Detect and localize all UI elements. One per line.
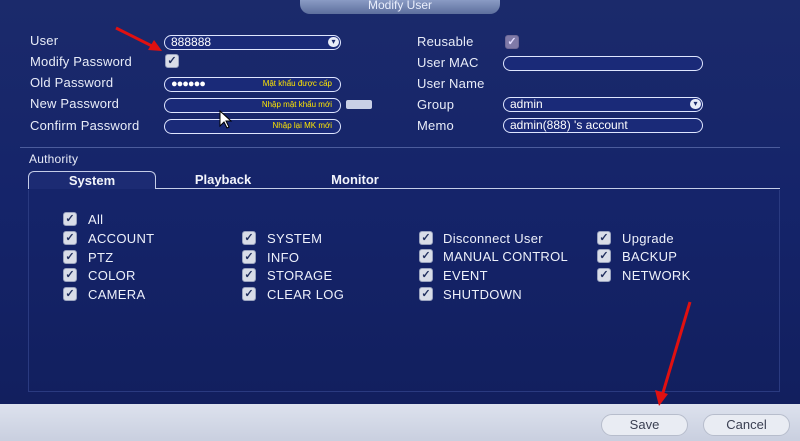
user-mac-label: User MAC <box>417 55 479 70</box>
old-password-label: Old Password <box>30 75 114 90</box>
network-label: NETWORK <box>622 268 691 283</box>
shutdown-label: SHUTDOWN <box>443 287 522 302</box>
new-password-hint: Nhập mật khẩu mới <box>261 100 332 109</box>
old-password-field[interactable]: ●●●●●● Mật khẩu được cấp <box>164 77 341 92</box>
ptz-label: PTZ <box>88 250 114 265</box>
old-password-dots: ●●●●●● <box>171 78 206 90</box>
modify-password-checkbox[interactable]: ✓ <box>165 54 179 68</box>
all-label: All <box>88 212 104 227</box>
ptz-checkbox[interactable]: ✓ <box>63 250 77 264</box>
account-label: ACCOUNT <box>88 231 155 246</box>
confirm-password-label: Confirm Password <box>30 118 140 133</box>
user-label: User <box>30 33 59 48</box>
user-mac-field[interactable] <box>503 56 703 71</box>
dialog-title: Modify User <box>300 0 500 14</box>
divider <box>20 147 780 148</box>
reusable-label: Reusable <box>417 34 474 49</box>
save-button[interactable]: Save <box>601 414 688 436</box>
cancel-button[interactable]: Cancel <box>703 414 790 436</box>
user-select[interactable]: 888888 ▾ <box>164 35 341 50</box>
info-label: INFO <box>267 250 300 265</box>
tab-playback[interactable]: Playback <box>160 171 286 188</box>
group-value: admin <box>510 97 543 111</box>
new-password-label: New Password <box>30 96 120 111</box>
group-select[interactable]: admin ▾ <box>503 97 703 112</box>
user-value: 888888 <box>171 35 212 49</box>
event-checkbox[interactable]: ✓ <box>419 268 433 282</box>
authority-title: Authority <box>29 152 79 166</box>
tab-monitor[interactable]: Monitor <box>292 171 418 188</box>
info-checkbox[interactable]: ✓ <box>242 250 256 264</box>
manual-control-checkbox[interactable]: ✓ <box>419 249 433 263</box>
upgrade-label: Upgrade <box>622 231 674 246</box>
backup-checkbox[interactable]: ✓ <box>597 249 611 263</box>
modify-password-label: Modify Password <box>30 54 132 69</box>
disconnect-user-label: Disconnect User <box>443 231 543 246</box>
annotation-arrow-icon <box>655 301 692 406</box>
new-password-field[interactable]: Nhập mật khẩu mới <box>164 98 341 113</box>
user-name-label: User Name <box>417 76 485 91</box>
camera-checkbox[interactable]: ✓ <box>63 287 77 301</box>
mouse-cursor-icon <box>219 110 233 129</box>
backup-label: BACKUP <box>622 249 678 264</box>
memo-label: Memo <box>417 118 454 133</box>
color-checkbox[interactable]: ✓ <box>63 268 77 282</box>
color-label: COLOR <box>88 268 136 283</box>
storage-checkbox[interactable]: ✓ <box>242 268 256 282</box>
disconnect-user-checkbox[interactable]: ✓ <box>419 231 433 245</box>
system-label: SYSTEM <box>267 231 323 246</box>
shutdown-checkbox[interactable]: ✓ <box>419 287 433 301</box>
memo-field[interactable]: admin(888) 's account <box>503 118 703 133</box>
chevron-down-icon: ▾ <box>328 37 339 47</box>
annotation-arrow-icon <box>115 26 162 51</box>
system-checkbox[interactable]: ✓ <box>242 231 256 245</box>
storage-label: STORAGE <box>267 268 333 283</box>
event-label: EVENT <box>443 268 488 283</box>
chevron-down-icon: ▾ <box>690 99 701 109</box>
upgrade-checkbox[interactable]: ✓ <box>597 231 611 245</box>
manual-control-label: MANUAL CONTROL <box>443 249 569 264</box>
tab-system[interactable]: System <box>28 171 156 189</box>
account-checkbox[interactable]: ✓ <box>63 231 77 245</box>
keyboard-icon[interactable] <box>346 100 372 109</box>
group-label: Group <box>417 97 455 112</box>
clear-log-label: CLEAR LOG <box>267 287 345 302</box>
old-password-hint: Mật khẩu được cấp <box>262 79 332 88</box>
confirm-password-field[interactable]: Nhập lại MK mới <box>164 119 341 134</box>
clear-log-checkbox[interactable]: ✓ <box>242 287 256 301</box>
camera-label: CAMERA <box>88 287 146 302</box>
confirm-password-hint: Nhập lại MK mới <box>272 121 332 130</box>
all-checkbox[interactable]: ✓ <box>63 212 77 226</box>
network-checkbox[interactable]: ✓ <box>597 268 611 282</box>
reusable-checkbox[interactable]: ✓ <box>505 35 519 49</box>
